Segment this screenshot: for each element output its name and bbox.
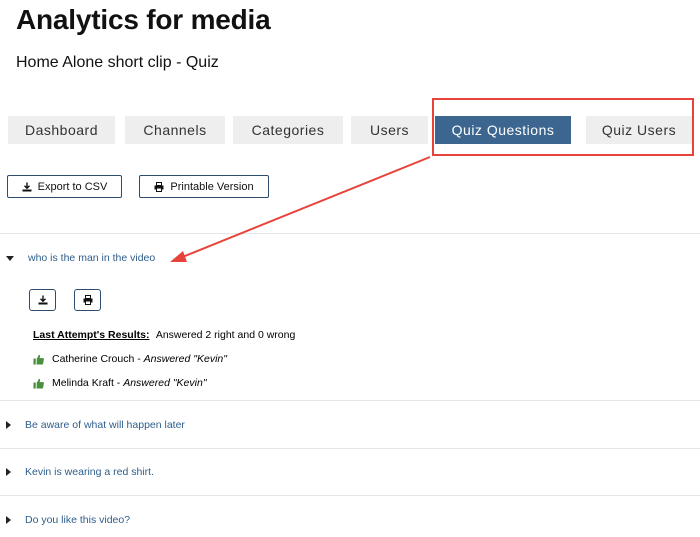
question-row[interactable]: who is the man in the video <box>6 252 155 264</box>
question-text[interactable]: who is the man in the video <box>28 252 155 264</box>
answer-row: Melinda Kraft - Answered "Kevin" <box>33 377 207 389</box>
tab-categories[interactable]: Categories <box>233 116 343 144</box>
answer-separator: - <box>134 353 144 365</box>
tab-channels[interactable]: Channels <box>125 116 225 144</box>
download-icon <box>38 295 47 305</box>
answer-row: Catherine Crouch - Answered "Kevin" <box>33 353 227 365</box>
results-summary: Answered 2 right and 0 wrong <box>155 329 296 341</box>
caret-right-icon <box>6 516 11 524</box>
caret-right-icon <box>6 468 11 476</box>
divider <box>0 400 700 401</box>
question-text[interactable]: Be aware of what will happen later <box>25 419 185 431</box>
export-csv-button[interactable]: Export to CSV <box>7 175 122 198</box>
results-label: Last Attempt's Results: <box>33 329 150 341</box>
page-subtitle: Home Alone short clip - Quiz <box>16 54 219 71</box>
thumbs-up-icon <box>33 378 44 389</box>
thumbs-up-icon <box>33 354 44 365</box>
download-icon <box>22 182 32 191</box>
divider <box>0 233 700 234</box>
question-text[interactable]: Do you like this video? <box>25 514 130 526</box>
answer-separator: - <box>113 377 124 389</box>
answer-value: Answered "Kevin" <box>123 377 207 389</box>
tab-users[interactable]: Users <box>351 116 428 144</box>
answer-user: Catherine Crouch <box>52 353 135 365</box>
answer-value: Answered "Kevin" <box>143 353 227 365</box>
divider <box>0 448 700 449</box>
divider <box>0 495 700 496</box>
question-row[interactable]: Do you like this video? <box>6 514 130 526</box>
question-export-button[interactable] <box>29 289 56 311</box>
question-row[interactable]: Kevin is wearing a red shirt. <box>6 466 154 478</box>
printable-version-label: Printable Version <box>170 180 254 193</box>
tab-dashboard[interactable]: Dashboard <box>8 116 115 144</box>
question-text[interactable]: Kevin is wearing a red shirt. <box>25 466 154 478</box>
caret-down-icon <box>6 255 14 261</box>
printer-icon <box>83 295 92 305</box>
answer-user: Melinda Kraft <box>52 377 114 389</box>
printer-icon <box>154 181 164 192</box>
caret-right-icon <box>6 421 11 429</box>
question-row[interactable]: Be aware of what will happen later <box>6 419 185 431</box>
export-csv-label: Export to CSV <box>37 180 108 193</box>
page-title: Analytics for media <box>16 4 271 35</box>
annotation-highlight-box <box>432 98 694 156</box>
printable-version-button[interactable]: Printable Version <box>139 175 269 198</box>
last-attempt-results: Last Attempt's Results: Answered 2 right… <box>33 329 295 341</box>
question-print-button[interactable] <box>74 289 101 311</box>
annotation-arrow <box>170 156 431 262</box>
